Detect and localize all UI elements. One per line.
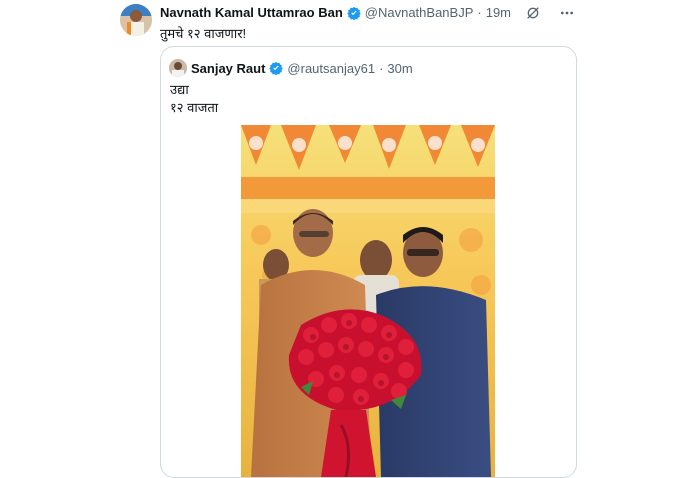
tweet-actions (524, 4, 576, 22)
quoted-text-line: उद्या (170, 82, 189, 97)
quoted-text-line: १२ वाजता (170, 100, 219, 115)
tweet-header: Navnath Kamal Uttamrao Ban @NavnathBanBJ… (160, 5, 511, 20)
verified-badge-icon (347, 6, 361, 20)
author-name[interactable]: Navnath Kamal Uttamrao Ban (160, 5, 343, 20)
quoted-tweet-timestamp[interactable]: 30m (387, 61, 412, 76)
quoted-author-handle[interactable]: @rautsanjay61 (287, 61, 375, 76)
grok-icon[interactable] (524, 4, 542, 22)
author-avatar[interactable] (120, 4, 152, 36)
separator-dot: · (379, 60, 384, 76)
quoted-author-name[interactable]: Sanjay Raut (191, 61, 265, 76)
verified-badge-icon (269, 61, 284, 76)
tweet: Navnath Kamal Uttamrao Ban @NavnathBanBJ… (0, 0, 696, 478)
tweet-text: तुमचे १२ वाजणार! (160, 26, 247, 41)
tweet-timestamp[interactable]: 19m (486, 5, 511, 20)
quoted-tweet[interactable]: Sanjay Raut @rautsanjay61 · 30m उद्या १२… (160, 46, 577, 478)
quoted-tweet-photo[interactable] (241, 125, 495, 477)
quoted-tweet-text: उद्या १२ वाजता (170, 81, 218, 117)
separator-dot: · (477, 5, 482, 20)
quoted-tweet-header: Sanjay Raut @rautsanjay61 · 30m (169, 59, 413, 77)
more-icon[interactable] (558, 4, 576, 22)
quoted-author-avatar[interactable] (169, 59, 187, 77)
author-handle[interactable]: @NavnathBanBJP (365, 5, 474, 20)
